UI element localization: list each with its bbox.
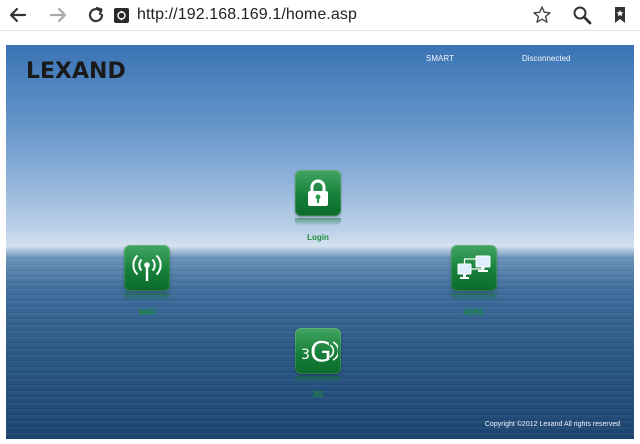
wifi-tile-reflection [124, 293, 170, 301]
url-text[interactable]: http://192.168.169.1/home.asp [137, 6, 357, 24]
connection-status: Disconnected [522, 54, 571, 63]
padlock-icon [308, 179, 328, 206]
signal-waves-icon [329, 341, 338, 361]
forward-arrow-icon [49, 7, 67, 23]
network-computers-icon [457, 255, 491, 279]
wifi-button[interactable] [124, 245, 170, 291]
wifi-label[interactable]: WIFI [107, 308, 187, 317]
3g-signal-icon: 3 G [298, 334, 338, 368]
site-favicon-glyph [117, 10, 126, 20]
bookmark-star-button[interactable] [530, 3, 554, 27]
star-bookmark-icon [533, 6, 551, 23]
wifi-antenna-icon [132, 254, 162, 281]
back-arrow-icon [9, 7, 27, 23]
copyright-text: Copyright ©2012 Lexand All rights reserv… [484, 421, 620, 428]
forward-button[interactable] [46, 3, 70, 27]
3g-tile-reflection [295, 376, 341, 384]
login-button[interactable] [295, 170, 341, 216]
bookmarks-button[interactable] [608, 3, 632, 27]
back-button[interactable] [6, 3, 30, 27]
mode-indicator: SMART [426, 54, 454, 63]
3g-button[interactable]: 3 G [295, 328, 341, 374]
address-bar[interactable]: http://192.168.169.1/home.asp [114, 3, 526, 27]
adsl-tile[interactable]: ADSL [451, 245, 497, 317]
router-home-page: LEXAND SMART Disconnected Login WIFI ADS… [6, 45, 634, 439]
search-icon [573, 6, 592, 25]
login-label[interactable]: Login [278, 233, 358, 242]
logo-text: LEXAND [26, 59, 126, 84]
bookmarks-icon [615, 7, 625, 23]
search-button[interactable] [570, 3, 594, 27]
adsl-button[interactable] [451, 245, 497, 291]
wifi-tile[interactable]: WIFI [124, 245, 170, 317]
3g-label[interactable]: 3G [278, 390, 358, 399]
reload-icon [88, 6, 104, 23]
login-tile-reflection [295, 218, 341, 226]
browser-toolbar: http://192.168.169.1/home.asp [0, 0, 640, 31]
login-tile[interactable]: Login [295, 170, 341, 242]
3g-tile[interactable]: 3 G 3G [295, 328, 341, 399]
reload-button[interactable] [84, 3, 108, 27]
adsl-tile-reflection [451, 293, 497, 301]
adsl-label[interactable]: ADSL [434, 308, 514, 317]
lexand-logo: LEXAND [26, 59, 126, 84]
3g-glyph-small: 3 [301, 347, 310, 363]
site-favicon [114, 7, 129, 23]
